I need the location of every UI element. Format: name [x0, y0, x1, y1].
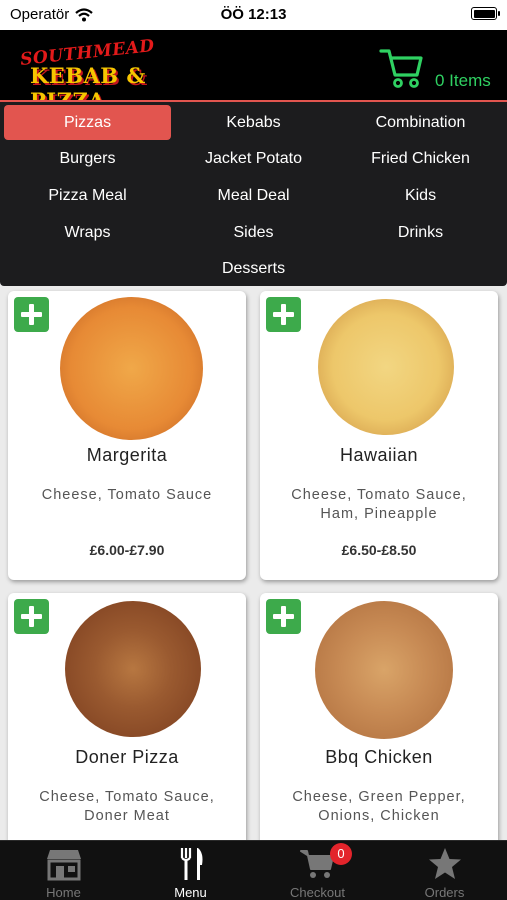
add-to-cart-button[interactable]	[266, 599, 301, 634]
tab-home[interactable]: Home	[0, 841, 127, 900]
cart-items-count[interactable]: 0 Items	[435, 71, 491, 91]
add-to-cart-button[interactable]	[14, 297, 49, 332]
category-fried-chicken[interactable]: Fried Chicken	[337, 141, 504, 176]
category-kids[interactable]: Kids	[337, 178, 504, 213]
category-kebabs[interactable]: Kebabs	[170, 105, 337, 140]
product-card-margerita[interactable]: Margerita Cheese, Tomato Sauce £6.00-£7.…	[8, 291, 246, 580]
product-card-bbq-chicken[interactable]: Bbq Chicken Cheese, Green Pepper, Onions…	[260, 593, 498, 882]
category-desserts[interactable]: Desserts	[170, 251, 337, 286]
add-to-cart-button[interactable]	[14, 599, 49, 634]
pizza-image	[318, 299, 454, 435]
category-menu: Pizzas Kebabs Combination Burgers Jacket…	[0, 102, 507, 286]
tab-label: Checkout	[290, 885, 345, 900]
category-combination[interactable]: Combination	[337, 105, 504, 140]
store-icon	[47, 850, 81, 881]
category-pizzas[interactable]: Pizzas	[4, 105, 171, 140]
product-name: Hawaiian	[339, 445, 419, 465]
product-description: Cheese, Tomato Sauce, Doner Meat	[39, 789, 215, 824]
product-description: Cheese, Green Pepper, Onions, Chicken	[292, 789, 466, 824]
product-card-doner-pizza[interactable]: Doner Pizza Cheese, Tomato Sauce, Doner …	[8, 593, 246, 882]
app-header: SOUTHMEAD KEBAB & PIZZA 0 Items	[0, 30, 507, 113]
category-burgers[interactable]: Burgers	[4, 141, 171, 176]
category-jacket-potato[interactable]: Jacket Potato	[170, 141, 337, 176]
product-price: £6.00-£7.90	[89, 542, 165, 558]
tab-label: Menu	[174, 885, 207, 900]
product-card-hawaiian[interactable]: Hawaiian Cheese, Tomato Sauce, Ham, Pine…	[260, 291, 498, 580]
product-name: Margerita	[86, 445, 168, 465]
product-price: £6.50-£8.50	[341, 542, 417, 558]
tab-label: Orders	[424, 885, 465, 900]
category-pizza-meal[interactable]: Pizza Meal	[4, 178, 171, 213]
star-icon	[429, 848, 461, 879]
pizza-image	[315, 601, 453, 739]
product-description: Cheese, Tomato Sauce	[41, 487, 213, 503]
tab-orders[interactable]: Orders	[381, 841, 507, 900]
clock: ÖÖ 12:13	[220, 6, 287, 23]
pizza-image	[65, 601, 201, 737]
add-to-cart-button[interactable]	[266, 297, 301, 332]
product-name: Bbq Chicken	[325, 747, 433, 767]
bottom-tab-bar: Home Menu Checkout Orders	[0, 840, 507, 900]
product-description: Cheese, Tomato Sauce, Ham, Pineapple	[291, 487, 467, 522]
battery-icon	[471, 7, 500, 20]
category-sides[interactable]: Sides	[170, 215, 337, 250]
restaurant-logo[interactable]: SOUTHMEAD KEBAB & PIZZA	[16, 36, 206, 113]
status-bar: Operatör ÖÖ 12:13	[0, 0, 507, 30]
tab-label: Home	[46, 885, 81, 900]
category-wraps[interactable]: Wraps	[4, 215, 171, 250]
tab-checkout[interactable]: Checkout	[254, 841, 381, 900]
product-name: Doner Pizza	[75, 747, 179, 767]
tab-menu[interactable]: Menu	[127, 841, 254, 900]
fork-knife-icon	[180, 848, 203, 880]
checkout-badge: 0	[330, 843, 352, 865]
pizza-image	[60, 297, 203, 440]
category-drinks[interactable]: Drinks	[337, 215, 504, 250]
category-meal-deal[interactable]: Meal Deal	[170, 178, 337, 213]
cart-icon[interactable]	[378, 44, 424, 90]
